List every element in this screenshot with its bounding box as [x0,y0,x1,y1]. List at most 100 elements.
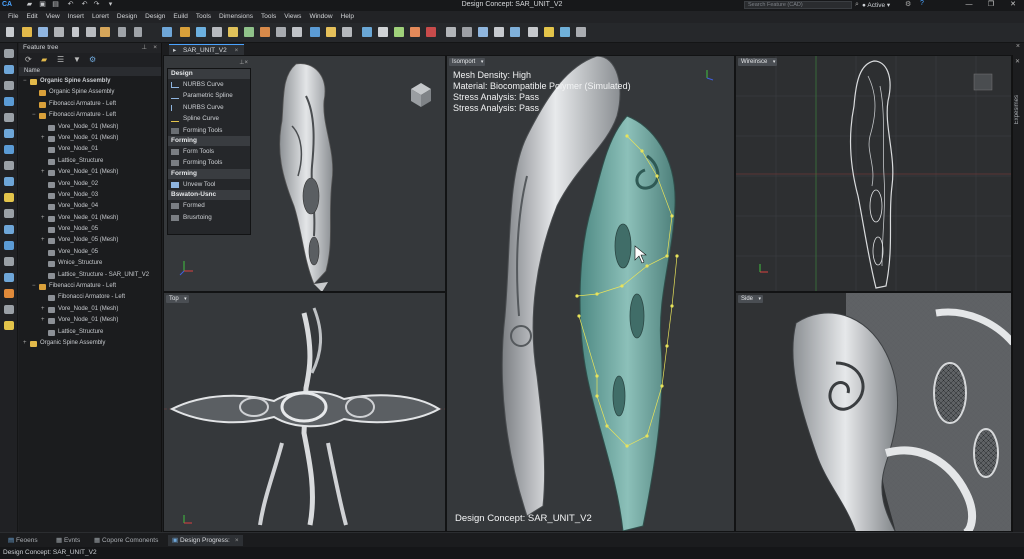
tool-parametric-spline[interactable]: Parametric Spline [168,90,250,101]
tree-item[interactable]: Vore_Node_05 [19,224,161,235]
cut-icon[interactable] [72,27,79,37]
mirror-icon[interactable] [342,27,352,37]
panel-close-icon[interactable]: × [153,43,157,53]
list-icon[interactable]: ☰ [57,55,64,64]
viewport-side-label[interactable]: Side [738,295,764,303]
fillet-icon[interactable] [326,27,336,37]
tool-brusrtoing[interactable]: Brusrtoing [168,212,250,223]
line-icon[interactable] [4,65,14,74]
options-icon[interactable] [576,27,586,37]
text-tool-icon[interactable] [4,289,14,298]
tool-unvew[interactable]: Unvew Tool [168,179,250,190]
revolve-icon[interactable] [260,27,270,37]
tree-item[interactable]: Organic Spine Assembly [19,87,161,98]
panel-collapse-icon[interactable]: ✕ [1015,58,1020,65]
tree-options-icon[interactable]: ⚙ [89,55,96,64]
trim-icon[interactable] [4,161,14,170]
tool-form-tools[interactable]: Form Tools [168,146,250,157]
tree-item[interactable]: Lattice_Structure - SAR_UNIT_V2 [19,270,161,281]
constraint-icon[interactable] [4,209,14,218]
offset-icon[interactable] [4,177,14,186]
search-icon[interactable]: ⌕ [855,1,859,9]
tree-item[interactable]: Wnice_Structure [19,258,161,269]
expand-icon[interactable]: + [41,167,45,178]
menu-tools-2[interactable]: Tools [257,11,280,23]
tree-item[interactable]: + Vore_Node_01 (Mesh) [19,304,161,315]
menu-view[interactable]: View [42,11,64,23]
menu-views[interactable]: Views [280,11,305,23]
right-panel-tab[interactable]: Expesimes [1014,95,1020,124]
pin-icon[interactable]: ⊥ [141,43,147,53]
maximize-icon[interactable]: ❐ [980,0,1002,11]
viewport-iso-label[interactable]: Isomport [449,58,486,66]
mesh-icon[interactable] [478,27,488,37]
simulation-icon[interactable] [510,27,520,37]
tool-formed[interactable]: Formed [168,200,250,211]
tree-item[interactable]: + Vore_Node_01 (Mesh) [19,315,161,326]
tab-close-icon[interactable]: × [235,47,239,54]
expand-icon[interactable]: + [41,213,45,224]
chamfer-icon[interactable] [4,257,14,266]
open-folder-icon[interactable] [22,27,32,37]
expand-icon[interactable]: + [41,235,45,246]
highlight-icon[interactable] [544,27,554,37]
tool-forming-tools[interactable]: Forming Tools [168,125,250,136]
tree-item[interactable]: Vore_Node_02 [19,179,161,190]
minimize-icon[interactable]: — [958,0,980,11]
expand-icon[interactable]: + [41,304,45,315]
project-icon[interactable] [4,273,14,282]
zoom-icon[interactable] [196,27,206,37]
viewport-wireframe-label[interactable]: Wireinsce [738,58,778,66]
tool-spline-curve[interactable]: Spline Curve [168,113,250,124]
menu-lorert[interactable]: Lorert [88,11,113,23]
tree-item[interactable]: Fibonacci Armatore - Left [19,292,161,303]
new-document-icon[interactable] [6,27,14,37]
menu-window[interactable]: Window [305,11,336,23]
tabs-menu-icon[interactable]: × [1016,43,1020,50]
rotate-view-icon[interactable] [162,27,172,37]
save-icon[interactable] [38,27,48,37]
viewport-top[interactable]: Top [163,292,446,532]
tree-item[interactable]: − Organic Spine Assembly [19,76,161,87]
menu-dimensions[interactable]: Dimensions [215,11,257,23]
material-icon[interactable] [394,27,404,37]
tree-item[interactable]: Vore_Node_05 [19,247,161,258]
lattice-icon[interactable] [494,27,504,37]
tool-nurbs-curve-2[interactable]: NURBS Curve [168,102,250,113]
pan-icon[interactable] [180,27,190,37]
tree-item[interactable]: Vore_Node_01 [19,144,161,155]
tree-item[interactable]: + Vore_Nede_01 (Mesh) [19,213,161,224]
menu-tools[interactable]: Tools [192,11,215,23]
viewport-top-label[interactable]: Top [166,295,189,303]
expand-icon[interactable]: + [23,338,27,349]
tab-evnts[interactable]: ▦ Evnts [52,535,84,546]
extrude-icon[interactable] [244,27,254,37]
tree-item[interactable]: Vore_Node_04 [19,201,161,212]
tool-nurbs-curve[interactable]: NURBS Curve [168,79,250,90]
collapse-icon[interactable]: − [32,110,36,121]
tab-feoens[interactable]: ▤ Feoens [4,535,42,546]
menu-design[interactable]: Design [113,11,141,23]
layers-icon[interactable] [4,321,14,330]
palette-close-icon[interactable]: ⊥× [239,59,248,66]
viewport-isometric[interactable]: Isomport Mesh Density: High Material: Bi… [446,55,735,532]
pen-icon[interactable] [4,305,14,314]
tab-copore-comonents[interactable]: ▦ Copore Comonents [90,535,162,546]
tree-item[interactable]: Vore_Node_01 (Mesh) [19,122,161,133]
tree-item[interactable]: − Fibonacci Armature - Left [19,110,161,121]
folder-icon[interactable]: ▰ [41,55,47,64]
viewport-side[interactable]: Side [735,292,1012,532]
tree-item[interactable]: Vore_Node_03 [19,190,161,201]
tree-item[interactable]: Fibonacci Armature - Left [19,99,161,110]
tree-item[interactable]: + Organic Spine Assembly [19,338,161,349]
sweep-icon[interactable] [276,27,286,37]
analysis-icon[interactable] [462,27,472,37]
tree-item[interactable]: + Vore_Node_01 (Mesh) [19,133,161,144]
menu-design-2[interactable]: Design [141,11,169,23]
collapse-icon[interactable]: − [32,281,36,292]
polygon-icon[interactable] [4,145,14,154]
redo-icon[interactable] [134,27,142,37]
undo-icon[interactable] [118,27,126,37]
view-cube-icon[interactable] [362,27,372,37]
filter-icon[interactable]: ▼ [73,55,81,64]
